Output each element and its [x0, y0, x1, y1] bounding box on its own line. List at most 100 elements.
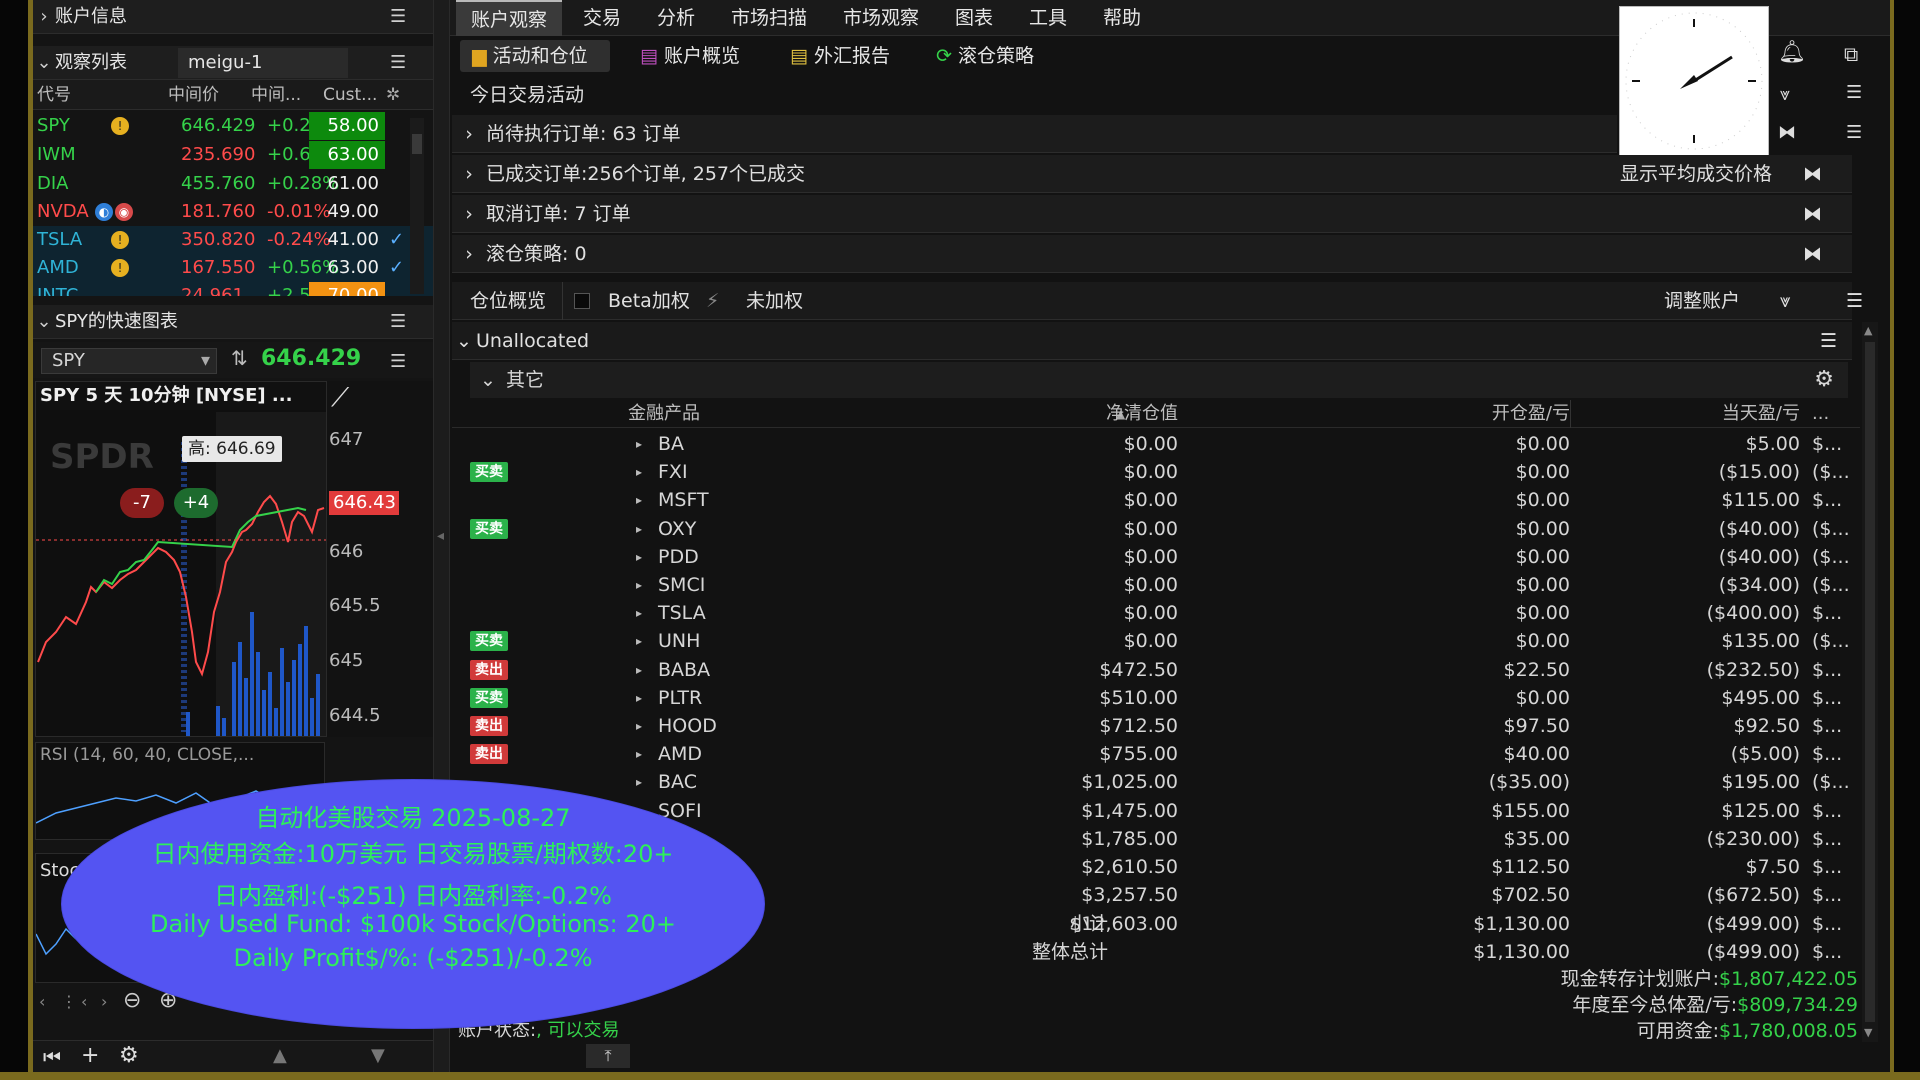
position-row[interactable]: ▸ TSLA $0.00 $0.00 ($400.00) $...: [452, 599, 1860, 627]
scroll-left-icon[interactable]: ‹: [39, 992, 45, 1011]
subtab-rolling[interactable]: ⟳ 滚仓策略: [936, 40, 1066, 72]
scroll-down-icon[interactable]: ▼: [1864, 1026, 1872, 1039]
zoom-out-icon[interactable]: ⊖: [123, 988, 141, 1013]
other-subgroup[interactable]: ⌄ 其它 ⚙: [470, 362, 1848, 398]
add-icon[interactable]: +: [81, 1043, 99, 1068]
chevron-down-icon[interactable]: ⌄: [470, 362, 506, 398]
tab-market-watch[interactable]: 市场观察: [828, 0, 934, 36]
col-mid-price[interactable]: 中间价: [168, 80, 219, 110]
tab-analyze[interactable]: 分析: [642, 0, 710, 36]
subtab-account-overview[interactable]: ▤ 账户概览: [640, 40, 780, 72]
rolling-strategy-row[interactable]: › 滚仓策略: 0 ⧓: [452, 235, 1852, 273]
price-chart[interactable]: SPY 5 天 10分钟 [NYSE] ... SPDR 高: 646.69 -…: [35, 381, 327, 737]
position-row[interactable]: ▸ BA $0.00 $0.00 $5.00 $...: [452, 430, 1860, 458]
expand-icon[interactable]: ⧓: [1803, 195, 1822, 233]
expand-row-icon[interactable]: ▸: [636, 599, 642, 627]
watchlist-row[interactable]: NVDA ◐ ◉ 181.760 -0.01% 49.00: [33, 198, 433, 226]
beta-checkbox[interactable]: [574, 293, 590, 309]
watchlist-selector[interactable]: meigu-1: [178, 48, 348, 78]
dropdown-arrow-icon[interactable]: ▾: [201, 349, 210, 373]
filter-icon[interactable]: ⩔: [1780, 282, 1791, 320]
position-row[interactable]: 买卖 ▸ PLTR $510.00 $0.00 $495.00 $...: [452, 684, 1860, 712]
menu-icon[interactable]: ☰: [390, 313, 412, 331]
watchlist-row[interactable]: IWM 235.690 +0.60% 63.00: [33, 141, 433, 169]
position-row[interactable]: 卖出 ▸ HOOD $712.50 $97.50 $92.50 $...: [452, 712, 1860, 740]
sell-count-bubble[interactable]: -7: [120, 488, 164, 518]
sell-badge[interactable]: 卖出: [470, 716, 508, 736]
buy-sell-badge[interactable]: 买卖: [470, 462, 508, 483]
position-row[interactable]: 买卖 ▸ OXY $0.00 $0.00 ($40.00) ($...: [452, 515, 1860, 543]
col-day-pl[interactable]: 当天盈/亏: [1652, 400, 1800, 428]
col-mid-change[interactable]: 中间...: [251, 80, 301, 110]
position-row[interactable]: ▸ BAC $1,025.00 ($35.00) $195.00 ($...: [452, 768, 1860, 796]
chevron-right-icon[interactable]: ›: [452, 195, 486, 233]
scroll-up-icon[interactable]: ▲: [1864, 324, 1872, 337]
tab-charts[interactable]: 图表: [940, 0, 1008, 36]
chevron-right-icon[interactable]: ›: [452, 115, 486, 153]
watchlist-scrollbar[interactable]: [410, 118, 424, 294]
tab-account[interactable]: 账户观察: [456, 0, 562, 36]
chevron-down-icon[interactable]: ⌄: [33, 46, 55, 80]
buy-sell-badge[interactable]: 买卖: [470, 687, 508, 708]
cancelled-orders-row[interactable]: › 取消订单: 7 订单 ⧓: [452, 195, 1852, 233]
collapse-icon[interactable]: ◂: [437, 528, 444, 544]
expand-row-icon[interactable]: ▸: [636, 543, 642, 571]
watchlist-row[interactable]: TSLA ! 350.820 -0.24% 41.00 ✓: [33, 226, 433, 254]
tab-tools[interactable]: 工具: [1014, 0, 1082, 36]
menu-icon[interactable]: ☰: [1846, 82, 1862, 103]
menu-icon[interactable]: ☰: [1846, 122, 1862, 143]
expand-row-icon[interactable]: ▸: [636, 656, 642, 684]
expand-row-icon[interactable]: ▸: [636, 430, 642, 458]
chart-style-icon[interactable]: ⟋: [331, 383, 349, 414]
expand-icon[interactable]: ⧓: [1778, 122, 1796, 143]
subtab-forex-report[interactable]: ▤ 外汇报告: [790, 40, 920, 72]
expand-row-icon[interactable]: ▸: [636, 712, 642, 740]
pending-orders-row[interactable]: › 尚待执行订单: 63 订单: [452, 115, 1617, 153]
account-info-header[interactable]: › 账户信息 ☰: [33, 0, 433, 34]
buy-sell-badge[interactable]: 买卖: [470, 631, 508, 652]
chevron-down-icon[interactable]: ⌄: [452, 322, 476, 360]
link-icon[interactable]: ⇅: [231, 346, 248, 370]
expand-row-icon[interactable]: ▸: [636, 740, 642, 768]
menu-icon[interactable]: ☰: [1820, 322, 1837, 360]
watchlist-row[interactable]: DIA 455.760 +0.28% 61.00: [33, 170, 433, 198]
sell-badge[interactable]: 卖出: [470, 744, 508, 765]
tab-scan[interactable]: 市场扫描: [716, 0, 822, 36]
col-more[interactable]: ...: [1812, 400, 1829, 428]
gear-icon[interactable]: ✲: [386, 80, 400, 110]
col-custom[interactable]: Cust...: [323, 80, 377, 110]
chevron-right-icon[interactable]: ›: [452, 155, 486, 193]
collapse-all-icon[interactable]: ⩔: [1780, 84, 1790, 105]
expand-row-icon[interactable]: ▸: [636, 515, 642, 543]
position-row[interactable]: 卖出 ▸ BABA $472.50 $22.50 ($232.50) $...: [452, 656, 1860, 684]
chevron-down-icon[interactable]: ⌄: [33, 305, 55, 339]
scroll-right-icon[interactable]: ›: [101, 992, 107, 1011]
arrow-down-icon[interactable]: ▼: [371, 1045, 385, 1066]
lightning-icon[interactable]: ⚡︎: [706, 282, 719, 320]
position-row[interactable]: 买卖 ▸ UNH $0.00 $0.00 $135.00 ($...: [452, 627, 1860, 655]
expand-row-icon[interactable]: ▸: [636, 486, 642, 514]
position-row[interactable]: ▸ SMCI $0.00 $0.00 ($34.00) ($...: [452, 571, 1860, 599]
menu-icon[interactable]: ☰: [390, 8, 412, 26]
col-instrument[interactable]: 金融产品: [628, 400, 700, 428]
adjust-account-button[interactable]: 调整账户: [1664, 282, 1740, 320]
expand-row-icon[interactable]: ▸: [636, 684, 642, 712]
col-net-liq[interactable]: 净清仓值: [1028, 400, 1178, 428]
expand-row-icon[interactable]: ▸: [636, 768, 642, 796]
position-row[interactable]: 买卖 ▸ FXI $0.00 $0.00 ($15.00) ($...: [452, 458, 1860, 486]
filled-orders-row[interactable]: › 已成交订单:256个订单, 257个已成交 显示平均成交价格 ⧓: [452, 155, 1852, 193]
tab-trade[interactable]: 交易: [568, 0, 636, 36]
menu-icon[interactable]: ☰: [1846, 282, 1863, 320]
show-avg-price-button[interactable]: 显示平均成交价格: [1620, 155, 1772, 193]
position-row[interactable]: ▸ MSFT $0.00 $0.00 $115.00 $...: [452, 486, 1860, 514]
buy-sell-badge[interactable]: 买卖: [470, 518, 508, 539]
chevron-right-icon[interactable]: ›: [33, 0, 55, 34]
scroll-handle-icon[interactable]: ⋮: [61, 992, 77, 1011]
positions-scrollbar[interactable]: ▲ ▼: [1862, 322, 1878, 1042]
watchlist-row[interactable]: AMD ! 167.550 +0.56% 63.00 ✓: [33, 254, 433, 282]
expand-row-icon[interactable]: ▸: [636, 627, 642, 655]
sell-badge[interactable]: 卖出: [470, 659, 508, 680]
col-symbol[interactable]: 代号: [37, 80, 71, 110]
position-row[interactable]: 卖出 ▸ AMD $755.00 $40.00 ($5.00) $...: [452, 740, 1860, 768]
scroll-left-icon[interactable]: ‹: [81, 992, 87, 1011]
